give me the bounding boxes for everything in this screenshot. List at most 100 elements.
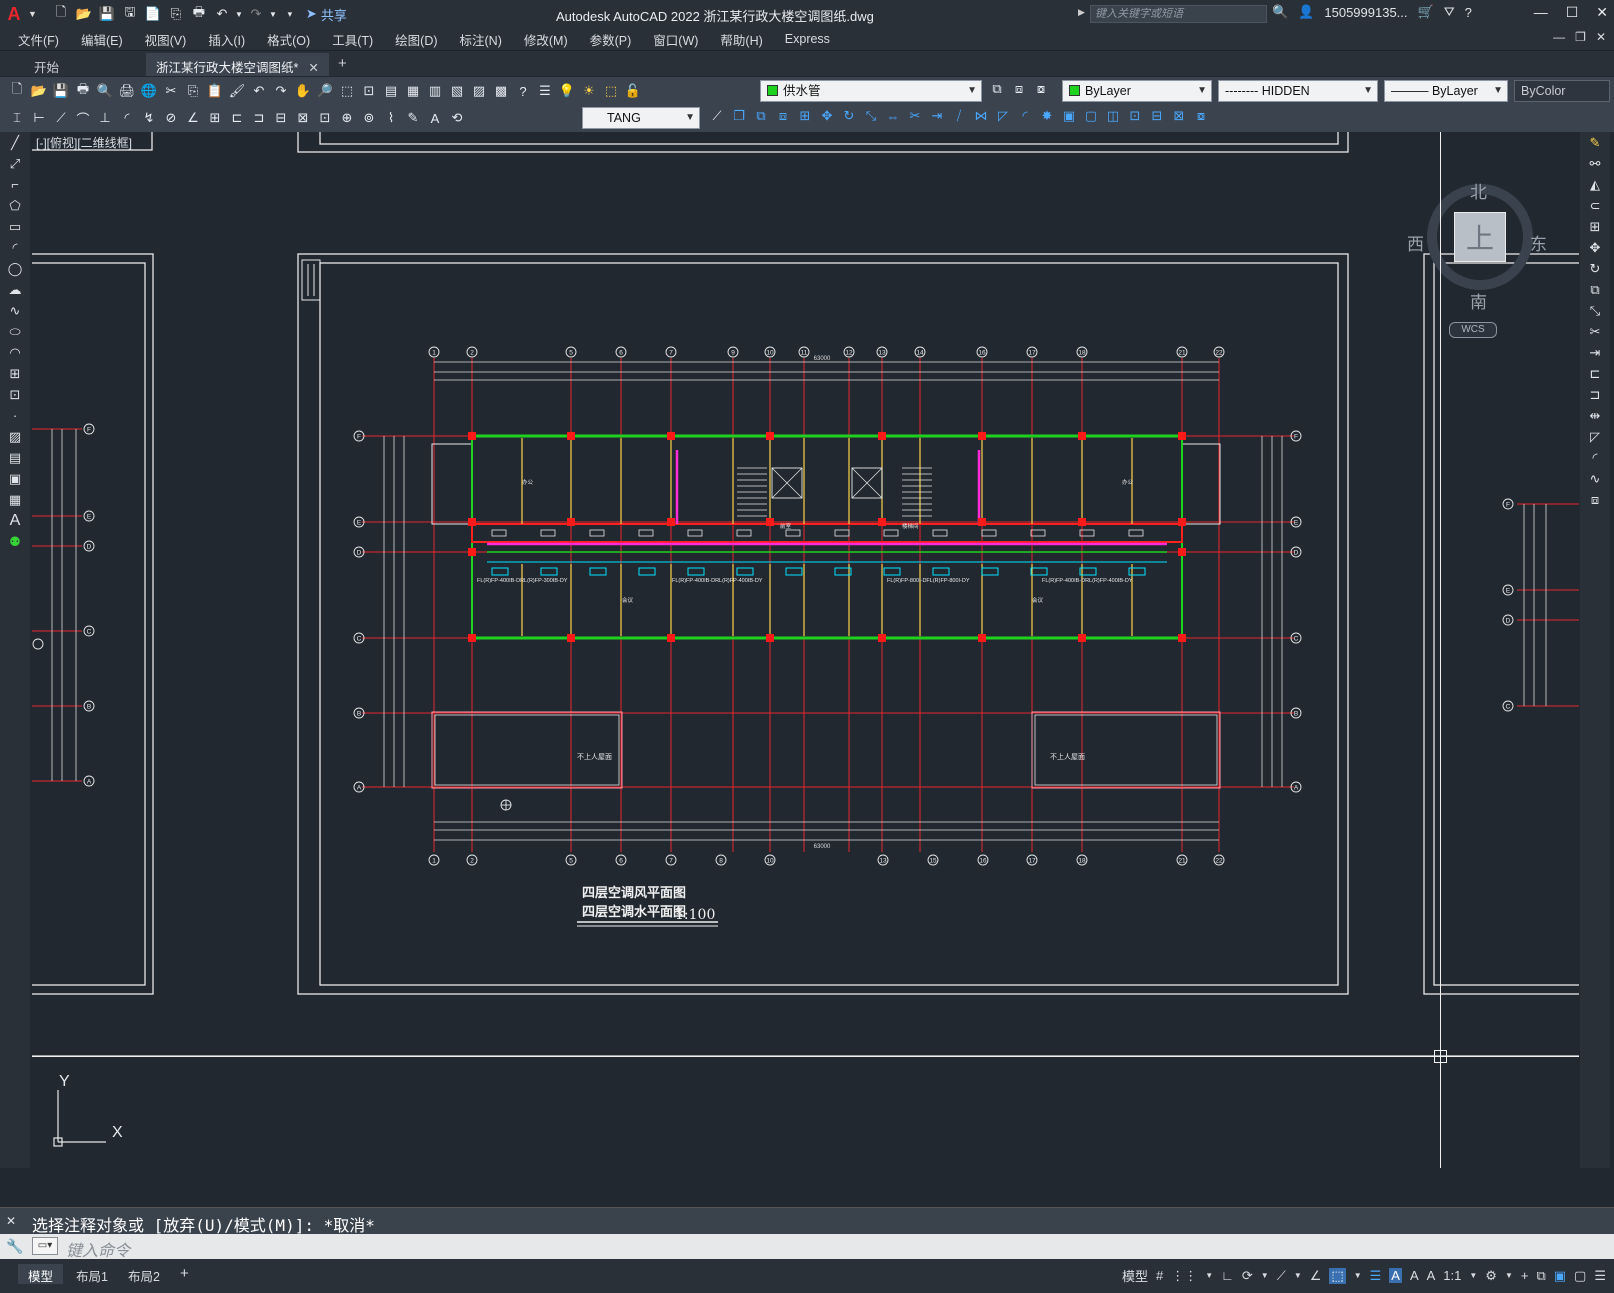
autodesk-app-icon[interactable]: ⛛ [1444,4,1455,20]
line-icon[interactable]: ╱ [0,132,30,153]
menu-insert[interactable]: 插入(I) [208,30,245,49]
chevron-down-icon[interactable]: ▼ [1469,1271,1477,1280]
recent-commands-icon[interactable]: ▭▾ [32,1237,58,1255]
menu-draw[interactable]: 绘图(D) [395,30,437,49]
dimension-style-dropdown[interactable]: TANG ▼ [582,107,700,129]
explode-icon[interactable]: ⧈ [1580,489,1610,510]
quick-dim-icon[interactable]: ⊞ [206,109,224,127]
ellipse-arc-icon[interactable]: ◠ [0,342,30,363]
tolerance-icon[interactable]: ⊡ [316,109,334,127]
viewcube-east[interactable]: 东 [1530,230,1547,255]
copy-icon[interactable]: ⎘ [184,82,202,100]
join-icon[interactable]: ⇹ [1580,405,1610,426]
workspace-gear-icon[interactable]: ⚙ [1485,1268,1497,1284]
undo-icon[interactable]: ↶ [250,82,268,100]
layer-lock-icon[interactable]: 🔓 [624,82,642,100]
draworder-icon[interactable]: ◫ [1104,107,1122,125]
publish-icon[interactable]: 📄 [143,5,163,23]
menu-parametric[interactable]: 参数(P) [590,30,632,49]
new-tab-icon[interactable]: + [338,55,347,72]
extend-icon[interactable]: ⇥ [928,107,946,125]
ellipse-icon[interactable]: ⬭ [0,321,30,342]
viewport-controls[interactable]: [-][俯视][二维线框] [36,134,132,151]
zoom-realtime-icon[interactable]: 🔎 [316,82,334,100]
annotation-visibility-icon[interactable]: A [1389,1268,1402,1283]
inspection-icon[interactable]: ⊚ [360,109,378,127]
share-button[interactable]: ➤ 共享 [306,5,347,24]
baseline-dimension-icon[interactable]: ⊏ [228,109,246,127]
menu-modify[interactable]: 修改(M) [524,30,568,49]
plot-icon[interactable]: 🖶 [189,4,209,23]
hatch-icon[interactable]: ▨ [0,426,30,447]
rectangle-icon[interactable]: ▭ [0,216,30,237]
layer-viewport-icon[interactable]: ⬚ [602,82,620,100]
app-menu-dropdown-icon[interactable]: ▼ [28,9,37,19]
cut-icon[interactable]: ✂ [162,82,180,100]
linear-dimension-icon[interactable]: ⊢ [30,109,48,127]
mirror-icon[interactable]: ◭ [1580,174,1610,195]
plot-icon[interactable]: 🖨 [118,82,136,100]
print-icon[interactable]: 🖶 [74,81,92,100]
match-properties-icon[interactable]: 🖌 [228,82,246,100]
polyline-icon[interactable]: ⌐ [0,174,30,195]
snap-icon[interactable]: ⋮⋮ [1171,1268,1197,1284]
layer-on-icon[interactable]: 💡 [558,82,576,100]
layer-previous-icon[interactable]: ⧈ [1010,80,1028,98]
isolate-objects-icon[interactable]: ⧉ [1536,1268,1545,1284]
menu-tools[interactable]: 工具(T) [332,30,373,49]
help-icon[interactable]: ? [514,82,532,100]
extend-icon[interactable]: ⇥ [1580,342,1610,363]
blend-curves-icon[interactable]: ∿ [1580,468,1610,489]
layer-freeze-icon[interactable]: ☀ [580,82,598,100]
chevron-down-icon[interactable]: ▼ [1354,1271,1362,1280]
chevron-down-icon[interactable]: ▼ [1294,1271,1302,1280]
array-icon[interactable]: ⊞ [1580,216,1610,237]
add-selected-icon[interactable]: ⚉ [0,531,30,552]
diameter-dimension-icon[interactable]: ⊘ [162,109,180,127]
viewcube-top-face[interactable]: 上 [1454,212,1506,262]
offset-icon[interactable]: ⧈ [774,107,792,125]
plus-icon[interactable]: + [1521,1268,1529,1283]
break-at-point-icon[interactable]: ⊏ [1580,363,1610,384]
customize-icon[interactable]: 🔧 [6,1238,23,1255]
menu-format[interactable]: 格式(O) [267,30,310,49]
make-block-icon[interactable]: ⊟ [1148,107,1166,125]
make-current-layer-icon[interactable]: ⧉ [988,80,1006,98]
rotate-icon[interactable]: ↻ [840,107,858,125]
jogged-dimension-icon[interactable]: ↯ [140,109,158,127]
dimension-break-icon[interactable]: ⊠ [294,109,312,127]
new-icon[interactable]: 🗋 [8,81,26,100]
menu-dimension[interactable]: 标注(N) [460,30,502,49]
wcs-menu[interactable]: WCS [1449,322,1497,338]
grid-icon[interactable]: # [1156,1268,1163,1283]
paste-icon[interactable]: 📋 [206,82,224,100]
menu-edit[interactable]: 编辑(E) [81,30,123,49]
multiline-text-icon[interactable]: A [0,510,30,531]
join-icon[interactable]: ⋈ [972,107,990,125]
sheet-set-icon[interactable]: ▧ [448,82,466,100]
break-icon[interactable]: ⧸ [950,107,968,125]
point-icon[interactable]: · [0,405,30,426]
attribute-icon[interactable]: ⊠ [1170,107,1188,125]
customize-qa-icon[interactable]: ▾ [280,5,300,23]
move-icon[interactable]: ✥ [1580,237,1610,258]
doc-restore-icon[interactable]: ❐ [1575,30,1586,44]
cad-drawing[interactable]: 63000630001 2 5 6 7 9 10 11 12 13 14 16 17 18 21 221 2 5 6… [32,132,1579,1168]
open-icon[interactable]: 📂 [30,82,48,100]
aligned-dimension-icon[interactable]: ⟋ [52,109,70,127]
linetype-dropdown[interactable]: -------- HIDDEN ▼ [1218,80,1378,102]
layer-states-icon[interactable]: ⧇ [1032,80,1050,98]
menu-express[interactable]: Express [785,32,830,46]
redo-icon[interactable]: ↷ [246,5,266,23]
circle-icon[interactable]: ◯ [0,258,30,279]
object-snap-tracking-icon[interactable]: ∠ [1310,1268,1322,1284]
arc-length-icon[interactable]: ⌒ [74,109,92,127]
export-icon[interactable]: ⎘ [166,5,186,23]
dimension-edit-icon[interactable]: ✎ [404,109,422,127]
copy-icon[interactable]: ⚯ [1580,153,1610,174]
xref-icon[interactable]: ⧇ [1192,107,1210,125]
layout-tab-2[interactable]: 布局2 [118,1264,170,1284]
quick-dimension-icon[interactable]: ⌶ [8,109,26,127]
angular-dimension-icon[interactable]: ∠ [184,109,202,127]
layer-properties-icon[interactable]: ☰ [536,82,554,100]
